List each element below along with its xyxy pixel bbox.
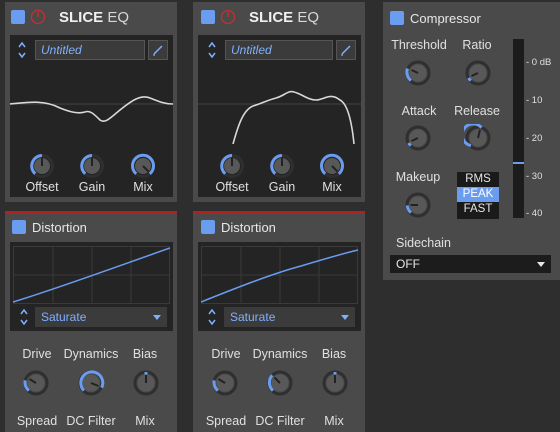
distortion-1-drive-label: Drive — [22, 347, 52, 361]
meter-tick-40: - 40 — [526, 208, 543, 219]
dropdown-caret-icon — [341, 315, 349, 320]
distortion-1-dynamics-label: Dynamics — [63, 347, 119, 361]
distortion-2-dc-filter-label: DC Filter — [255, 414, 305, 428]
distortion-2-dynamics-knob[interactable] — [266, 369, 294, 397]
distortion-1-bias-label: Bias — [132, 347, 158, 361]
distortion-2-mode-value: Saturate — [230, 310, 276, 324]
distortion-1-spread-label: Spread — [16, 414, 58, 428]
distortion-1-mode-select[interactable]: Saturate — [35, 307, 167, 327]
eq-2-response-curve[interactable] — [198, 64, 361, 144]
distortion-2-dynamics-label: Dynamics — [252, 347, 308, 361]
eq-1-gain-knob[interactable] — [79, 153, 105, 179]
eq-2-offset-label: Offset — [215, 180, 249, 194]
eq-1-offset-label: Offset — [25, 180, 59, 194]
distortion-panel-2: Distortion Saturate Drive Dynamics Bias … — [193, 214, 365, 432]
dropdown-caret-icon — [153, 315, 161, 320]
compressor-enable-toggle[interactable] — [390, 11, 404, 25]
distortion-1-drive-knob[interactable] — [22, 369, 50, 397]
detection-mode-selector[interactable]: RMS PEAK FAST — [457, 172, 499, 219]
sidechain-select[interactable]: OFF — [390, 255, 551, 273]
eq-brand-bold: SLICE — [59, 9, 104, 26]
mode-rms[interactable]: RMS — [457, 172, 499, 187]
distortion-2-enable-toggle[interactable] — [201, 220, 215, 234]
eq-2-gain-label: Gain — [268, 180, 296, 194]
gain-reduction-meter — [513, 39, 524, 218]
eq-1-response-curve[interactable] — [10, 64, 173, 144]
distortion-2-drive-knob[interactable] — [211, 369, 239, 397]
eq-1-rename-button[interactable] — [148, 40, 168, 60]
attack-knob[interactable] — [404, 124, 432, 152]
eq-1-mix-label: Mix — [133, 180, 153, 194]
mode-updown-icon[interactable] — [19, 307, 29, 327]
eq-2-brand: SLICE EQ — [249, 9, 319, 26]
eq-panel-1: SLICE EQ Untitled Offset Gain Mix — [5, 2, 177, 202]
dropdown-caret-icon — [537, 262, 545, 267]
distortion-1-title: Distortion — [32, 220, 87, 235]
sidechain-value: OFF — [396, 257, 420, 271]
eq-brand-bold: SLICE — [249, 9, 294, 26]
mode-fast[interactable]: FAST — [457, 202, 499, 217]
attack-label: Attack — [401, 104, 437, 118]
eq-2-mix-knob[interactable] — [319, 153, 345, 179]
distortion-1-mode-value: Saturate — [41, 310, 87, 324]
distortion-2-drive-label: Drive — [211, 347, 241, 361]
preset-updown-icon[interactable] — [207, 40, 217, 60]
eq-2-preset-field[interactable]: Untitled — [225, 40, 333, 60]
distortion-1-enable-toggle[interactable] — [12, 220, 26, 234]
distortion-1-mix-label: Mix — [135, 414, 155, 428]
eq-brand-light: EQ — [107, 9, 130, 26]
distortion-2-mix-label: Mix — [324, 414, 344, 428]
pencil-icon — [153, 45, 163, 56]
distortion-1-dc-filter-label: DC Filter — [66, 414, 116, 428]
meter-level-marker — [513, 162, 524, 164]
distortion-2-spread-label: Spread — [205, 414, 247, 428]
eq-panel-2: SLICE EQ Untitled Offset Gain Mix — [193, 2, 365, 202]
distortion-2-title: Distortion — [221, 220, 276, 235]
distortion-panel-1: Distortion Saturate Drive Dynamics Bias … — [5, 214, 177, 432]
distortion-2-transfer-curve[interactable] — [201, 246, 358, 304]
mode-peak[interactable]: PEAK — [457, 187, 499, 202]
distortion-2-bias-knob[interactable] — [321, 369, 349, 397]
eq-1-brand: SLICE EQ — [59, 9, 129, 26]
eq-1-offset-knob[interactable] — [29, 153, 55, 179]
release-knob[interactable] — [464, 124, 492, 152]
power-icon[interactable] — [30, 9, 46, 25]
eq-2-offset-knob[interactable] — [219, 153, 245, 179]
makeup-knob[interactable] — [404, 191, 432, 219]
release-label: Release — [454, 104, 500, 118]
eq-brand-light: EQ — [297, 9, 320, 26]
ratio-label: Ratio — [462, 38, 492, 52]
pencil-icon — [341, 45, 351, 56]
sidechain-label: Sidechain — [396, 236, 451, 250]
distortion-1-transfer-curve[interactable] — [13, 246, 170, 304]
meter-tick-10: - 10 — [526, 95, 543, 106]
eq-2-enable-toggle[interactable] — [201, 10, 215, 24]
meter-tick-20: - 20 — [526, 133, 543, 144]
power-icon[interactable] — [220, 9, 236, 25]
threshold-knob[interactable] — [404, 59, 432, 87]
threshold-label: Threshold — [391, 38, 447, 52]
eq-1-gain-label: Gain — [78, 180, 106, 194]
distortion-2-mode-select[interactable]: Saturate — [224, 307, 355, 327]
distortion-1-dynamics-knob[interactable] — [77, 369, 105, 397]
compressor-panel: Compressor Threshold Ratio Attack Releas… — [383, 2, 560, 280]
eq-1-enable-toggle[interactable] — [11, 10, 25, 24]
eq-2-gain-knob[interactable] — [269, 153, 295, 179]
meter-tick-0: - 0 dB — [526, 57, 552, 68]
distortion-2-bias-label: Bias — [321, 347, 347, 361]
eq-2-mix-label: Mix — [322, 180, 342, 194]
preset-updown-icon[interactable] — [17, 40, 27, 60]
compressor-title: Compressor — [410, 11, 481, 26]
eq-1-mix-knob[interactable] — [130, 153, 156, 179]
ratio-knob[interactable] — [464, 59, 492, 87]
makeup-label: Makeup — [395, 170, 441, 184]
distortion-1-bias-knob[interactable] — [132, 369, 160, 397]
eq-1-preset-field[interactable]: Untitled — [35, 40, 145, 60]
meter-tick-30: - 30 — [526, 171, 543, 182]
eq-2-rename-button[interactable] — [336, 40, 356, 60]
mode-updown-icon[interactable] — [207, 307, 217, 327]
